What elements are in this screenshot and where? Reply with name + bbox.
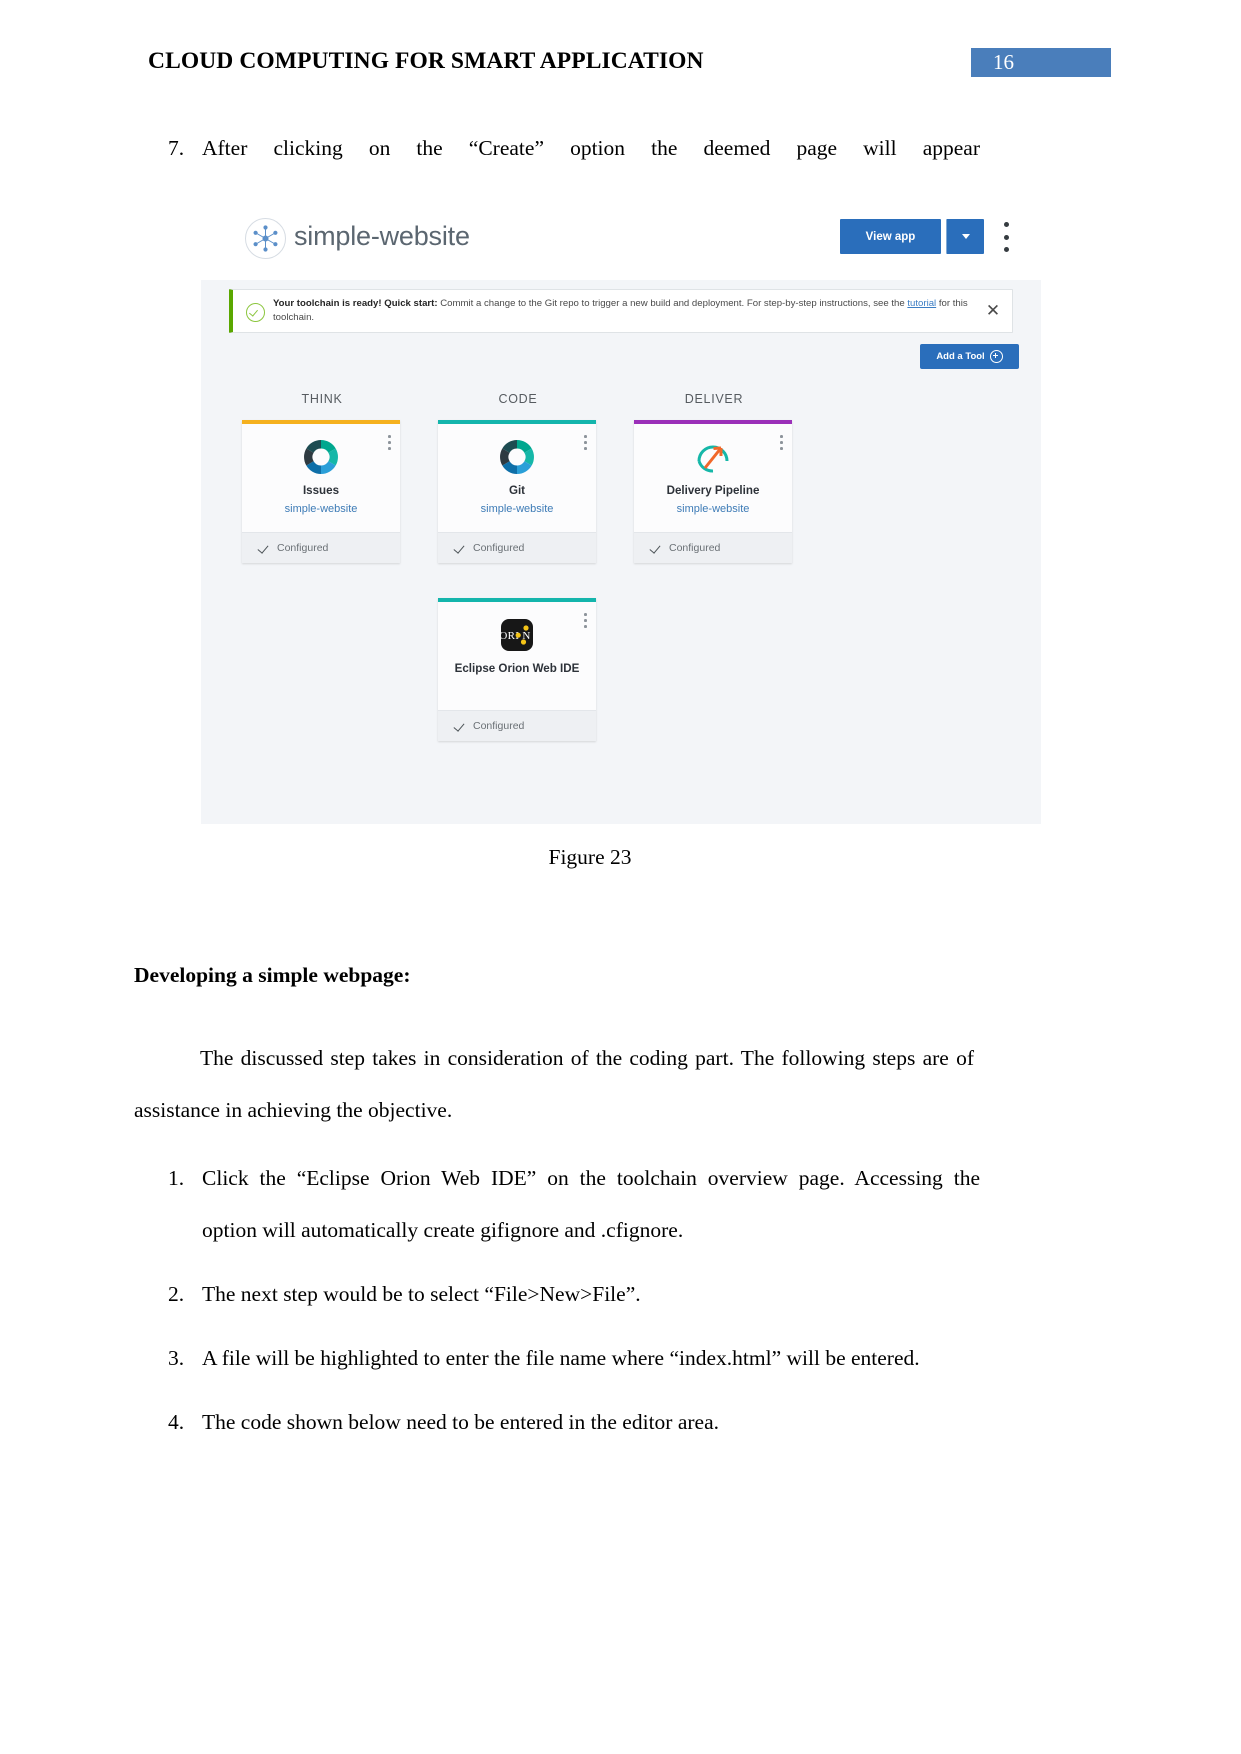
card-status: Configured — [634, 532, 792, 563]
card-status: Configured — [438, 710, 596, 741]
step-number: 3. — [168, 1346, 185, 1370]
banner-body-1: Commit a change to the Git repo to trigg… — [437, 298, 908, 309]
card-status-label: Configured — [277, 542, 329, 554]
card-status-label: Configured — [473, 720, 525, 732]
column-label-think: THINK — [301, 392, 343, 406]
tool-card-issues[interactable]: Issues simple-website Configured — [242, 420, 400, 563]
toolchain-ready-banner: Your toolchain is ready! Quick start: Co… — [229, 289, 1013, 333]
issues-donut-icon — [242, 438, 400, 476]
card-title: Delivery Pipeline — [666, 484, 760, 497]
check-icon — [257, 543, 268, 554]
list-item: 4. The code shown below need to be enter… — [168, 1396, 980, 1448]
check-icon — [453, 543, 464, 554]
view-app-button[interactable]: View app — [840, 219, 941, 254]
page-number-badge: 16 — [971, 48, 1111, 77]
page-title: CLOUD COMPUTING FOR SMART APPLICATION — [148, 48, 704, 74]
column-label-deliver: DELIVER — [684, 392, 744, 406]
check-icon — [453, 721, 464, 732]
plus-circle-icon — [989, 350, 1003, 363]
page-header: CLOUD COMPUTING FOR SMART APPLICATION 16 — [0, 48, 1241, 88]
figure-screenshot: simple-website View app Your toolchain i… — [201, 196, 1041, 824]
list-item: 3. A file will be highlighted to enter t… — [168, 1332, 980, 1384]
list-item-7-text: After clicking on the “Create” option th… — [202, 136, 980, 160]
toolchain-body: Your toolchain is ready! Quick start: Co… — [201, 280, 1041, 824]
card-body: Git simple-website — [438, 424, 596, 532]
banner-lead: Your toolchain is ready! Quick start: — [273, 298, 438, 309]
toolchain-name: simple-website — [294, 221, 470, 251]
step-number: 4. — [168, 1410, 185, 1434]
step-text: Click the “Eclipse Orion Web IDE” on the… — [202, 1152, 980, 1256]
toolchain-hex-icon — [245, 218, 286, 259]
figure-caption: Figure 23 — [548, 845, 632, 869]
step-text-line2: option will automatically create gifigno… — [202, 1218, 684, 1242]
step-text-line1: Click the “Eclipse Orion Web IDE” on the… — [202, 1166, 980, 1190]
check-circle-icon — [246, 303, 265, 322]
add-tool-label: Add a Tool — [936, 351, 985, 362]
add-a-tool-button[interactable]: Add a Tool — [920, 344, 1019, 369]
close-icon[interactable]: ✕ — [985, 302, 1001, 319]
list-item-7: 7. After clicking on the “Create” option… — [168, 131, 980, 165]
kebab-menu-icon[interactable] — [1003, 222, 1009, 252]
steps-list: 1. Click the “Eclipse Orion Web IDE” on … — [168, 1152, 980, 1460]
list-item: 1. Click the “Eclipse Orion Web IDE” on … — [168, 1152, 980, 1256]
git-donut-icon — [438, 438, 596, 476]
card-title: Issues — [302, 484, 340, 497]
banner-text: Your toolchain is ready! Quick start: Co… — [273, 297, 973, 324]
svg-text:ORI N: ORI N — [499, 630, 530, 642]
card-body: Delivery Pipeline simple-website — [634, 424, 792, 532]
chevron-down-icon[interactable] — [946, 219, 984, 254]
tutorial-link[interactable]: tutorial — [907, 298, 936, 309]
card-body: Issues simple-website — [242, 424, 400, 532]
card-subtitle[interactable]: simple-website — [242, 503, 400, 515]
card-title: Git — [508, 484, 526, 497]
card-title: Eclipse Orion Web IDE — [454, 662, 580, 675]
card-status-label: Configured — [669, 542, 721, 554]
card-subtitle[interactable]: simple-website — [634, 503, 792, 515]
card-body: ORI N Eclipse Orion Web IDE — [438, 602, 596, 710]
delivery-pipeline-icon — [634, 438, 792, 476]
tool-card-eclipse-orion[interactable]: ORI N Eclipse Orion Web IDE Configured — [438, 598, 596, 741]
section-heading: Developing a simple webpage: — [134, 963, 411, 987]
section-paragraph: The discussed step takes in consideratio… — [134, 1046, 974, 1122]
tool-card-git[interactable]: Git simple-website Configured — [438, 420, 596, 563]
card-status-label: Configured — [473, 542, 525, 554]
list-item-7-number: 7. — [168, 136, 185, 160]
step-text: A file will be highlighted to enter the … — [202, 1346, 920, 1370]
step-text: The next step would be to select “File>N… — [202, 1282, 641, 1306]
step-number: 2. — [168, 1282, 185, 1306]
toolchain-topbar: simple-website View app — [201, 196, 1041, 281]
orion-icon: ORI N — [438, 616, 596, 654]
card-status: Configured — [438, 532, 596, 563]
check-icon — [649, 543, 660, 554]
column-label-code: CODE — [498, 392, 538, 406]
card-status: Configured — [242, 532, 400, 563]
list-item: 2. The next step would be to select “Fil… — [168, 1268, 980, 1320]
step-number: 1. — [168, 1166, 185, 1190]
step-text: The code shown below need to be entered … — [202, 1410, 719, 1434]
card-subtitle[interactable]: simple-website — [438, 503, 596, 515]
tool-card-delivery-pipeline[interactable]: Delivery Pipeline simple-website Configu… — [634, 420, 792, 563]
